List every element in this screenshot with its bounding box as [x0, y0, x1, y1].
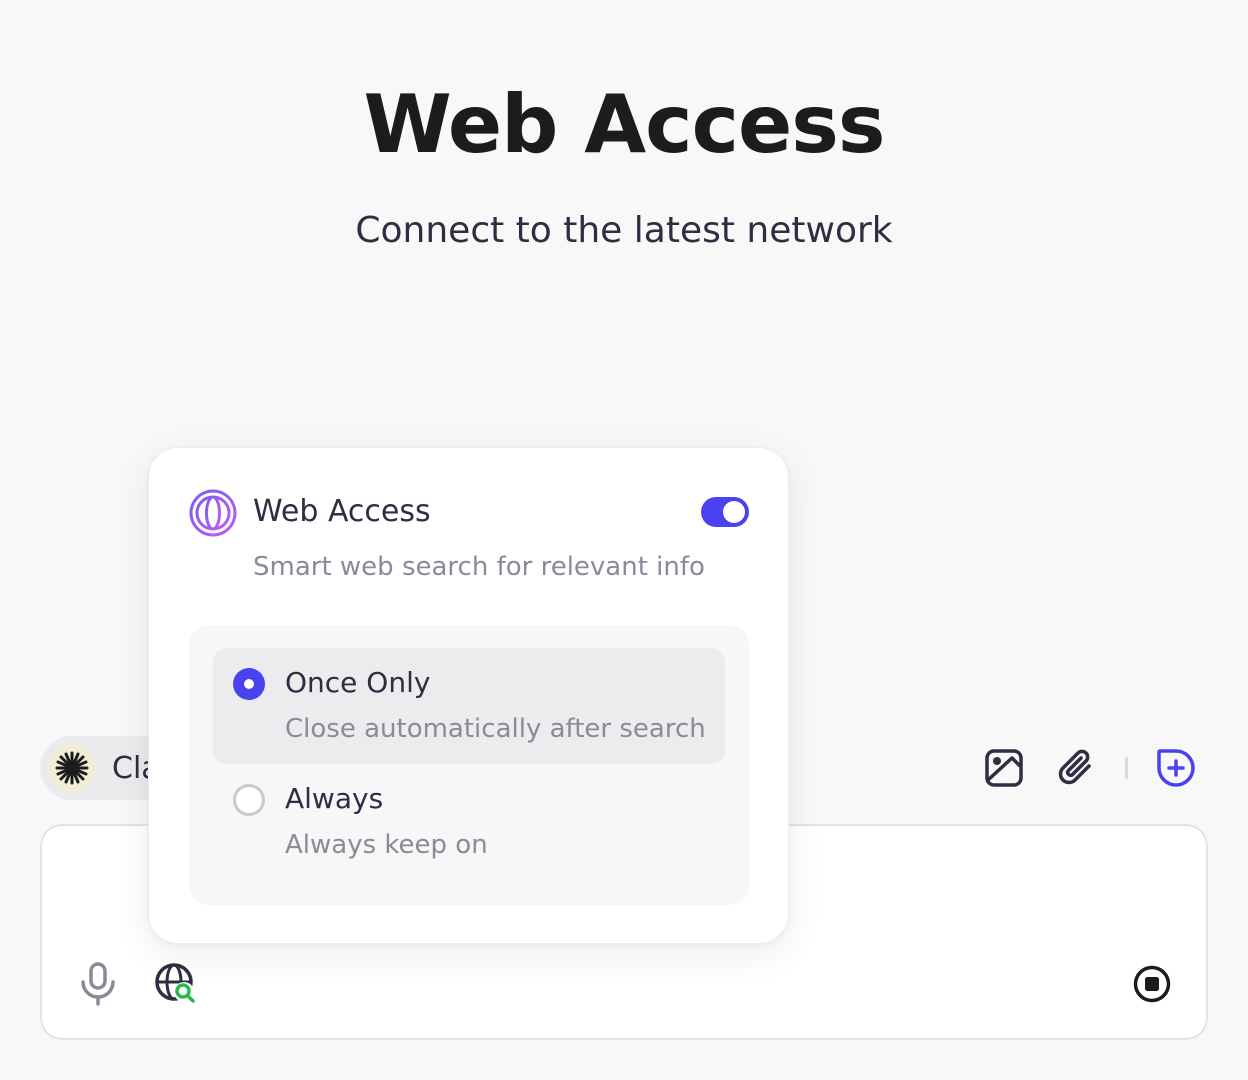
microphone-icon[interactable] [76, 962, 120, 1006]
toggle-knob [723, 501, 745, 523]
stop-icon[interactable] [1130, 962, 1174, 1006]
popover-description: Smart web search for relevant info [253, 552, 705, 582]
page-title: Web Access [363, 78, 885, 171]
radio-always[interactable] [233, 784, 265, 816]
image-icon[interactable] [982, 746, 1026, 790]
page-subtitle: Connect to the latest network [355, 210, 893, 251]
web-access-page: Web Access Connect to the latest network… [0, 0, 1248, 1080]
web-access-popover: Web Access Smart web search for relevant… [148, 447, 789, 944]
starburst-icon [48, 744, 96, 792]
toolbar-divider [1125, 757, 1128, 779]
option-always[interactable]: Always Always keep on [213, 764, 725, 880]
option-label: Once Only [285, 666, 431, 699]
globe-icon [189, 489, 237, 537]
option-description: Close automatically after search [285, 714, 706, 744]
paperclip-icon[interactable] [1054, 746, 1098, 790]
web-search-icon[interactable] [154, 962, 198, 1006]
popover-title: Web Access [253, 494, 431, 529]
option-label: Always [285, 782, 384, 815]
plus-circle-icon[interactable] [1154, 746, 1198, 790]
option-description: Always keep on [285, 830, 488, 860]
access-mode-options: Once Only Close automatically after sear… [189, 625, 749, 905]
radio-once-only[interactable] [233, 668, 265, 700]
web-access-toggle[interactable] [701, 497, 749, 527]
option-once-only[interactable]: Once Only Close automatically after sear… [213, 648, 725, 764]
